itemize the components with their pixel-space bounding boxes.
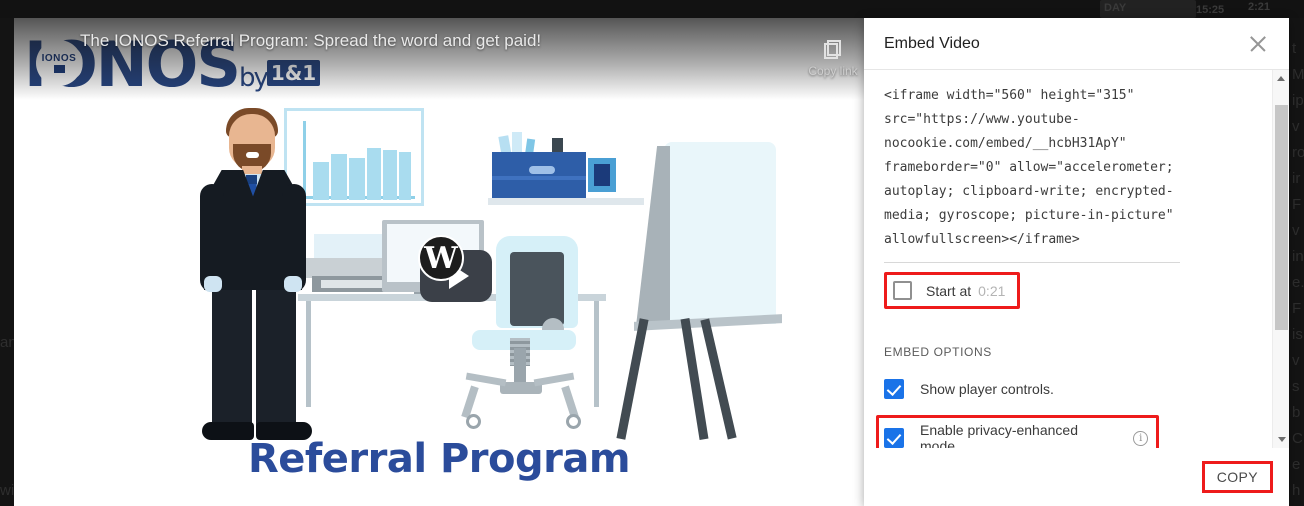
chart-bar bbox=[331, 154, 347, 200]
shelf-picture-inner bbox=[594, 164, 610, 186]
copy-link-label: Copy link bbox=[808, 64, 858, 78]
divider bbox=[884, 262, 1180, 263]
chart-bar bbox=[349, 158, 365, 200]
privacy-enhanced-mode-label: Enable privacy-enhanced mode. bbox=[920, 422, 1078, 448]
chair-pole bbox=[514, 348, 526, 384]
embed-code[interactable]: <iframe width="560" height="315" src="ht… bbox=[884, 84, 1176, 252]
info-icon[interactable]: i bbox=[1133, 430, 1148, 446]
privacy-enhanced-mode-checkbox[interactable] bbox=[884, 428, 904, 448]
man-hand bbox=[204, 276, 222, 292]
chart-bar bbox=[383, 150, 397, 200]
dialog-footer: COPY bbox=[864, 448, 1289, 506]
easel-leg bbox=[616, 318, 649, 440]
shelf-box-stripe bbox=[492, 176, 586, 180]
show-player-controls-checkbox[interactable] bbox=[884, 379, 904, 399]
dialog-scrollbar[interactable] bbox=[1272, 70, 1289, 448]
chair-base-arm bbox=[465, 372, 507, 387]
man-leg bbox=[256, 284, 296, 432]
start-at-checkbox[interactable] bbox=[893, 281, 912, 300]
wordpress-logo: W bbox=[418, 235, 464, 281]
desk-leg bbox=[306, 301, 311, 407]
copy-button[interactable]: COPY bbox=[1201, 461, 1273, 493]
dialog-body: <iframe width="560" height="315" src="ht… bbox=[864, 70, 1289, 448]
easel-paper bbox=[664, 142, 776, 324]
wall-shelf bbox=[488, 198, 644, 205]
start-at-row[interactable]: Start at 0:21 bbox=[884, 272, 1020, 309]
copy-icon bbox=[824, 40, 841, 59]
chart-y-axis bbox=[303, 121, 306, 199]
background-text-right: t M ip v ro ir F v in e. F is v s b C e … bbox=[1292, 40, 1304, 499]
video-title: The IONOS Referral Program: Spread the w… bbox=[80, 31, 542, 50]
close-icon[interactable] bbox=[1245, 31, 1271, 57]
man-leg bbox=[212, 284, 252, 432]
chart-bar bbox=[313, 162, 329, 200]
screen: DAY 15:25 2:21 an wi t M ip v ro ir F v … bbox=[0, 0, 1304, 506]
chart-bar bbox=[399, 152, 411, 200]
dialog-header: Embed Video bbox=[864, 18, 1289, 70]
chart-bar bbox=[367, 148, 381, 200]
background-thumbnail-duration: 15:25 bbox=[1196, 4, 1225, 16]
player-title-bar: The IONOS Referral Program: Spread the w… bbox=[14, 18, 864, 100]
option-privacy-enhanced-mode[interactable]: Enable privacy-enhanced mode. i bbox=[876, 415, 1159, 448]
background-thumbnail-label: DAY bbox=[1104, 2, 1127, 14]
easel-board bbox=[636, 146, 670, 326]
video-player[interactable]: IONOSby1&1 IONOS bbox=[14, 18, 864, 506]
man-mouth bbox=[246, 152, 259, 158]
chevron-down-icon[interactable] bbox=[1273, 431, 1289, 448]
shelf-box-handle bbox=[529, 166, 555, 174]
video-headline: Referral Program bbox=[247, 436, 631, 482]
chair-base-arm bbox=[533, 372, 575, 387]
dialog-title: Embed Video bbox=[884, 34, 980, 52]
embed-options-header: EMBED OPTIONS bbox=[884, 345, 992, 359]
start-at-label: Start at bbox=[926, 282, 972, 299]
shelf-box bbox=[492, 152, 586, 198]
background-text-left-2: wi bbox=[0, 482, 15, 499]
start-at-time[interactable]: 0:21 bbox=[978, 283, 1005, 299]
show-player-controls-label: Show player controls. bbox=[920, 381, 1054, 397]
chair-back-cushion bbox=[510, 252, 564, 326]
man-hand bbox=[284, 276, 302, 292]
background-thumbnail-duration-2: 2:21 bbox=[1248, 1, 1271, 13]
desk-leg bbox=[594, 301, 599, 407]
embed-video-dialog: Embed Video <iframe width="560" height="… bbox=[864, 18, 1289, 506]
scrollbar-thumb[interactable] bbox=[1275, 105, 1288, 330]
printer-slot bbox=[321, 280, 383, 288]
option-show-player-controls[interactable]: Show player controls. bbox=[884, 379, 1265, 399]
chair-caster bbox=[466, 414, 481, 429]
chevron-up-icon[interactable] bbox=[1273, 70, 1289, 87]
copy-link-button[interactable]: Copy link bbox=[802, 38, 864, 78]
chair-caster bbox=[566, 414, 581, 429]
